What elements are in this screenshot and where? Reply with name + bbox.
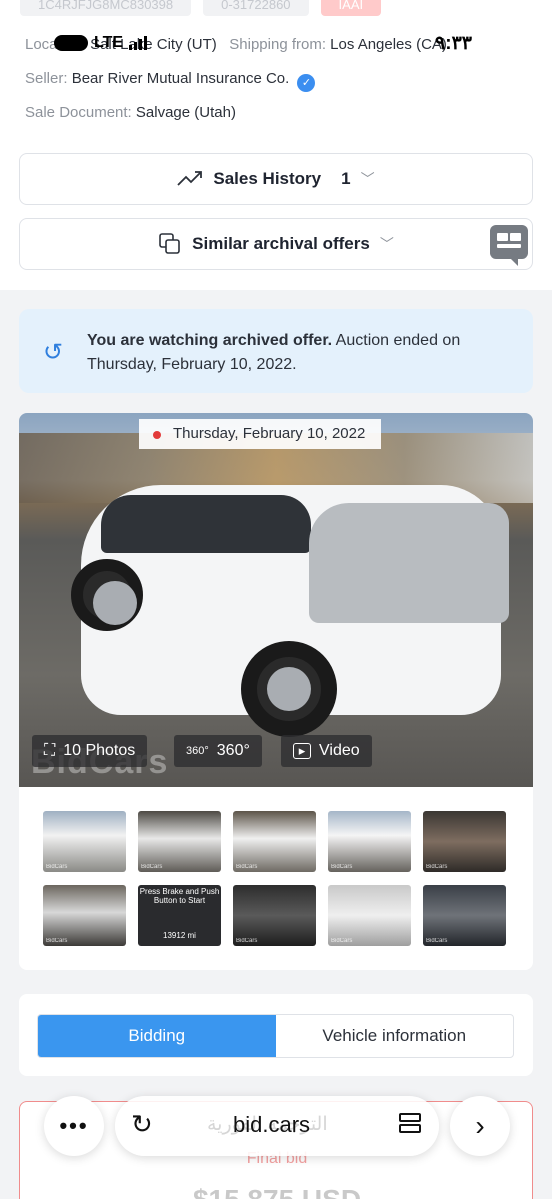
camera-pill-icon xyxy=(54,35,88,51)
photos-button[interactable]: ⛶ 10 Photos xyxy=(32,735,148,767)
status-bar: LTE ٩:٣٣ xyxy=(0,28,552,58)
play-icon: ▸ xyxy=(293,743,311,759)
network-type: LTE xyxy=(94,34,124,51)
front-wheel-shape xyxy=(241,641,337,737)
archived-notice-bold: You are watching archived offer. xyxy=(87,332,333,349)
clock: ٩:٣٣ xyxy=(435,33,472,54)
thumbnail[interactable]: BidCars xyxy=(43,811,126,872)
thumbnail[interactable]: BidCars xyxy=(138,811,221,872)
thumbnail-watermark: BidCars xyxy=(331,938,353,944)
verified-icon: ✓ xyxy=(297,74,316,92)
forward-button[interactable]: › xyxy=(450,1096,510,1156)
sale-document-row: Sale Document: Salvage (Utah) xyxy=(25,104,236,121)
thumbnail-watermark: BidCars xyxy=(236,938,258,944)
thumbnail-watermark: BidCars xyxy=(46,864,68,870)
thumbnail[interactable]: BidCars xyxy=(328,885,411,946)
chat-widget-icon[interactable] xyxy=(490,225,528,266)
vehicle-damage-shape xyxy=(309,503,509,623)
tab-vehicle-information[interactable]: Vehicle information xyxy=(276,1015,514,1057)
dashboard-message: Press Brake and Push Button to Start xyxy=(139,887,220,905)
more-options-button[interactable]: ••• xyxy=(44,1096,104,1156)
final-bid-amount: $15,875 USD xyxy=(20,1184,534,1199)
thumbnail-watermark: BidCars xyxy=(426,938,448,944)
thumbnail[interactable]: BidCars xyxy=(423,811,506,872)
fullscreen-icon: ⛶ xyxy=(44,742,56,759)
video-label: Video xyxy=(319,742,360,759)
dashboard-mileage: 13912 mi xyxy=(163,931,196,940)
sales-history-label: Sales History xyxy=(213,169,322,188)
browser-toolbar: ••• ↻ الترجمة الفورية bid.cars › xyxy=(44,1096,510,1156)
sale-document-value: Salvage (Utah) xyxy=(135,104,236,121)
thumbnail[interactable]: BidCars xyxy=(233,885,316,946)
reload-icon[interactable]: ↻ xyxy=(131,1109,153,1140)
signal-indicator: LTE xyxy=(54,34,148,52)
similar-offers-button[interactable]: Similar archival offers ﹀ xyxy=(19,218,533,270)
photo-date-badge: Thursday, February 10, 2022 xyxy=(139,419,382,449)
thumbnail-grid: BidCars BidCars BidCars BidCars BidCars … xyxy=(43,811,509,946)
thumbnail-watermark: BidCars xyxy=(426,864,448,870)
view360-label: 360° xyxy=(216,742,250,759)
vehicle-window-shape xyxy=(101,495,311,553)
vin-chip[interactable]: 1C4RJFJG8MC830398 xyxy=(20,0,192,16)
info-tabs-card: Bidding Vehicle information xyxy=(19,994,533,1076)
trend-up-icon xyxy=(177,171,203,186)
vehicle-details-card: 1C4RJFJG8MC830398 0-31722860 IAAI Locati… xyxy=(0,0,552,290)
history-icon: ↺ xyxy=(42,339,64,366)
chevron-down-icon: ﹀ xyxy=(360,171,375,187)
main-vehicle-photo[interactable]: Thursday, February 10, 2022 BidCars ⛶ 10… xyxy=(19,413,533,787)
thumbnail[interactable]: BidCars xyxy=(233,811,316,872)
archived-notice: ↺ You are watching archived offer. Aucti… xyxy=(19,309,533,393)
tabs-icon[interactable] xyxy=(399,1113,421,1137)
thumbnail-dashboard[interactable]: Press Brake and Push Button to Start 139… xyxy=(138,885,221,946)
photos-label: 10 Photos xyxy=(63,742,136,759)
video-button[interactable]: ▸ Video xyxy=(281,735,372,767)
lot-chip[interactable]: 0-31722860 xyxy=(203,0,309,16)
seller-label: Seller: xyxy=(25,70,68,87)
url-text[interactable]: bid.cars xyxy=(233,1112,310,1138)
view360-button[interactable]: 360° 360° xyxy=(174,735,262,767)
cut-off-chips: 1C4RJFJG8MC830398 0-31722860 IAAI xyxy=(20,0,382,16)
sales-history-button[interactable]: Sales History 1 ﹀ xyxy=(19,153,533,205)
thumbnail-watermark: BidCars xyxy=(236,864,258,870)
rear-wheel-shape xyxy=(71,559,143,631)
photo-gallery: Thursday, February 10, 2022 BidCars ⛶ 10… xyxy=(19,413,533,970)
address-bar[interactable]: ↻ الترجمة الفورية bid.cars xyxy=(115,1096,439,1156)
thumbnail[interactable]: BidCars xyxy=(423,885,506,946)
chevron-down-icon: ﹀ xyxy=(379,236,394,252)
thumbnail[interactable]: BidCars xyxy=(43,885,126,946)
signal-bars-icon xyxy=(129,36,148,50)
similar-offers-label: Similar archival offers xyxy=(192,234,370,253)
thumbnail-watermark: BidCars xyxy=(331,864,353,870)
view-360-icon: 360° xyxy=(186,745,209,757)
thumbnail-watermark: BidCars xyxy=(46,938,68,944)
seller-value[interactable]: Bear River Mutual Insurance Co. xyxy=(72,70,290,87)
auction-chip: IAAI xyxy=(320,0,382,16)
seller-row: Seller: Bear River Mutual Insurance Co. … xyxy=(25,70,316,92)
info-tabs: Bidding Vehicle information xyxy=(37,1014,514,1058)
thumbnail[interactable]: BidCars xyxy=(328,811,411,872)
copy-icon xyxy=(159,233,180,254)
archived-notice-text: You are watching archived offer. Auction… xyxy=(87,329,507,377)
tab-bidding[interactable]: Bidding xyxy=(38,1015,276,1057)
sales-history-count: 1 xyxy=(341,169,351,188)
thumbnail-watermark: BidCars xyxy=(141,864,163,870)
sale-document-label: Sale Document: xyxy=(25,104,132,121)
